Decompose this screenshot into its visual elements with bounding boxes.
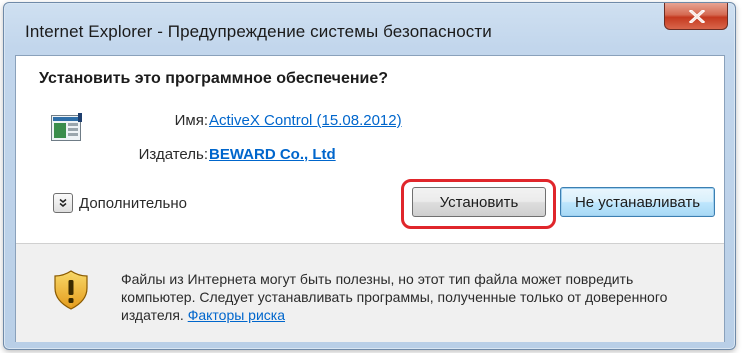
activex-app-icon [51,113,82,141]
expand-button[interactable] [53,193,73,213]
title-bar[interactable]: Internet Explorer - Предупреждение систе… [4,3,735,55]
dialog-body: Установить это программное обеспечение? … [15,55,725,342]
more-options-label: Дополнительно [79,194,187,212]
more-options-toggle[interactable]: Дополнительно [53,193,187,213]
name-label: Имя: [174,112,208,129]
publisher-label: Издатель: [138,146,208,163]
close-button[interactable] [664,3,728,30]
security-warning-window: Internet Explorer - Предупреждение систе… [3,2,736,350]
install-question: Установить это программное обеспечение? [39,70,389,87]
risk-factors-link[interactable]: Факторы риска [188,307,285,323]
chevron-down-icon [59,198,67,207]
warning-message: Файлы из Интернета могут быть полезны, н… [121,270,701,324]
install-button[interactable]: Установить [412,187,546,217]
close-icon [689,10,705,23]
publisher-link[interactable]: BEWARD Co., Ltd [209,146,336,163]
dont-install-button[interactable]: Не устанавливать [560,187,715,217]
warning-footer: Файлы из Интернета могут быть полезны, н… [16,243,724,342]
window-title: Internet Explorer - Предупреждение систе… [25,22,492,41]
name-link[interactable]: ActiveX Control (15.08.2012) [209,112,402,129]
security-shield-icon [54,270,88,310]
